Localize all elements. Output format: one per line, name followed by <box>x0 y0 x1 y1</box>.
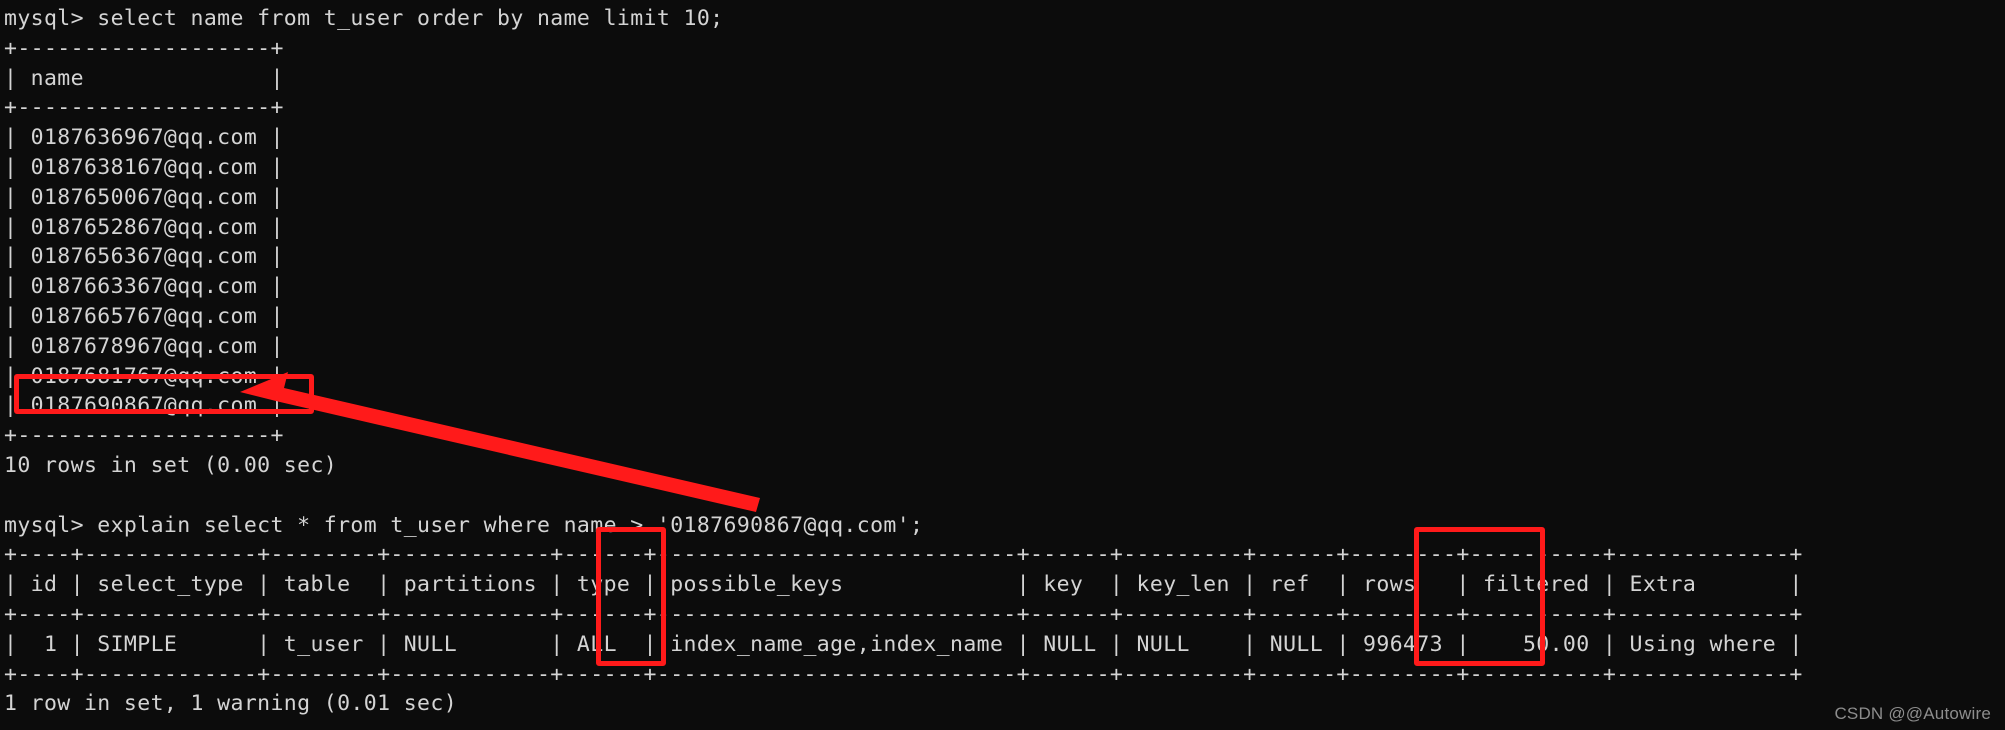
result2-rule-top: +----+-------------+--------+-----------… <box>4 542 1803 568</box>
table-row: | 0187638167@qq.com | <box>4 154 284 180</box>
result1-rule-mid: +-------------------+ <box>4 95 284 121</box>
table-row: | 0187678967@qq.com | <box>4 333 284 359</box>
result1-status-line: 10 rows in set (0.00 sec) <box>4 452 338 478</box>
table-row: | 0187650067@qq.com | <box>4 184 284 210</box>
terminal-window: mysql> select name from t_user order by … <box>0 0 2005 730</box>
table-row: | 0187652867@qq.com | <box>4 214 284 240</box>
result1-rule-bottom: +-------------------+ <box>4 423 284 449</box>
table-row: | 0187656367@qq.com | <box>4 244 284 270</box>
table-row-highlighted: | 0187690867@qq.com | <box>4 393 284 419</box>
result1-rule-top: +-------------------+ <box>4 35 284 61</box>
result2-data-row: | 1 | SIMPLE | t_user | NULL | ALL | ind… <box>4 631 1803 657</box>
result2-rule-mid: +----+-------------+--------+-----------… <box>4 601 1803 627</box>
table-row: | 0187636967@qq.com | <box>4 125 284 151</box>
prompt-line-explain: mysql> explain select * from t_user wher… <box>4 512 924 538</box>
table-row: | 0187663367@qq.com | <box>4 274 284 300</box>
table-row: | 0187665767@qq.com | <box>4 303 284 329</box>
table-row: | 0187681767@qq.com | <box>4 363 284 389</box>
result2-header-row: | id | select_type | table | partitions … <box>4 572 1803 598</box>
result2-rule-bottom: +----+-------------+--------+-----------… <box>4 661 1803 687</box>
prompt-line-select: mysql> select name from t_user order by … <box>4 6 724 31</box>
result2-status-line: 1 row in set, 1 warning (0.01 sec) <box>4 691 458 717</box>
watermark-label: CSDN @@Autowire <box>1834 704 1991 723</box>
result1-header-row: | name | <box>4 65 284 91</box>
